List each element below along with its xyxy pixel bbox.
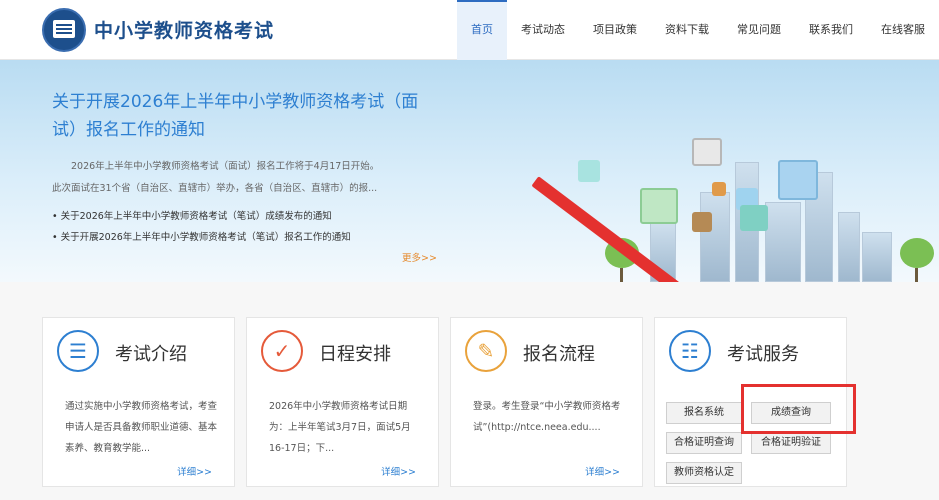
card-title[interactable]: 日程安排 <box>319 340 391 366</box>
news-link[interactable]: 关于开展2026年上半年中小学教师资格考试（笔试）报名工作的通知 <box>52 227 351 248</box>
banner-more-link[interactable]: 更多>> <box>402 250 437 264</box>
card-more-link[interactable]: 详细>> <box>585 464 620 478</box>
card-title[interactable]: 报名流程 <box>523 340 595 366</box>
checkmark-icon: ✓ <box>261 330 303 372</box>
banner-description: 2026年上半年中小学教师资格考试（面试）报名工作将于4月17日开始。此次面试在… <box>52 161 380 194</box>
nav-policy[interactable]: 项目政策 <box>579 0 651 60</box>
card-more-link[interactable]: 详细>> <box>177 464 212 478</box>
form-icon: ✎ <box>465 330 507 372</box>
nav-home[interactable]: 首页 <box>457 0 507 60</box>
banner-headline-link[interactable]: 关于开展2026年上半年中小学教师资格考试（面试）报名工作的通知 <box>52 88 422 144</box>
card-more-link[interactable]: 详细>> <box>381 464 416 478</box>
hero-banner: 关于开展2026年上半年中小学教师资格考试（面试）报名工作的通知 2026年上半… <box>0 60 939 282</box>
nav-contact[interactable]: 联系我们 <box>795 0 867 60</box>
nav-exam-news[interactable]: 考试动态 <box>507 0 579 60</box>
registration-system-button[interactable]: 报名系统 <box>666 402 742 424</box>
card-title[interactable]: 考试服务 <box>727 340 799 366</box>
contacts-icon: ☷ <box>669 330 711 372</box>
nav-downloads[interactable]: 资料下载 <box>651 0 723 60</box>
banner-news-list: 关于2026年上半年中小学教师资格考试（笔试）成绩发布的通知 关于开展2026年… <box>52 206 351 248</box>
card-text: 登录。考生登录“中小学教师资格考试”(http://ntce.neea.edu.… <box>473 401 621 433</box>
site-title[interactable]: 中小学教师资格考试 <box>94 16 274 43</box>
certificate-query-button[interactable]: 合格证明查询 <box>666 432 742 454</box>
document-icon: ☰ <box>57 330 99 372</box>
card-registration-process: ✎ 报名流程 登录。考生登录“中小学教师资格考试”(http://ntce.ne… <box>450 317 643 487</box>
certificate-verify-button[interactable]: 合格证明验证 <box>751 432 831 454</box>
annotation-highlight-box <box>741 384 856 434</box>
card-text: 2026年中小学教师资格考试日期为：上半年笔试3月7日，面试5月16-17日；下… <box>269 401 411 454</box>
news-link[interactable]: 关于2026年上半年中小学教师资格考试（笔试）成绩发布的通知 <box>52 206 351 227</box>
main-nav: 首页 考试动态 项目政策 资料下载 常见问题 联系我们 在线客服 <box>457 0 939 60</box>
nav-faq[interactable]: 常见问题 <box>723 0 795 60</box>
card-exam-intro: ☰ 考试介绍 通过实施中小学教师资格考试，考查申请人是否具备教师职业道德、基本素… <box>42 317 235 487</box>
nav-online-support[interactable]: 在线客服 <box>867 0 939 60</box>
site-header: 中小学教师资格考试 首页 考试动态 项目政策 资料下载 常见问题 联系我们 在线… <box>0 0 939 60</box>
card-schedule: ✓ 日程安排 2026年中小学教师资格考试日期为：上半年笔试3月7日，面试5月1… <box>246 317 439 487</box>
emblem-logo[interactable] <box>42 8 86 52</box>
card-title[interactable]: 考试介绍 <box>115 340 187 366</box>
teacher-qualification-button[interactable]: 教师资格认定 <box>666 462 742 484</box>
card-text: 通过实施中小学教师资格考试，考查申请人是否具备教师职业道德、基本素养、教育教学能… <box>65 401 218 454</box>
